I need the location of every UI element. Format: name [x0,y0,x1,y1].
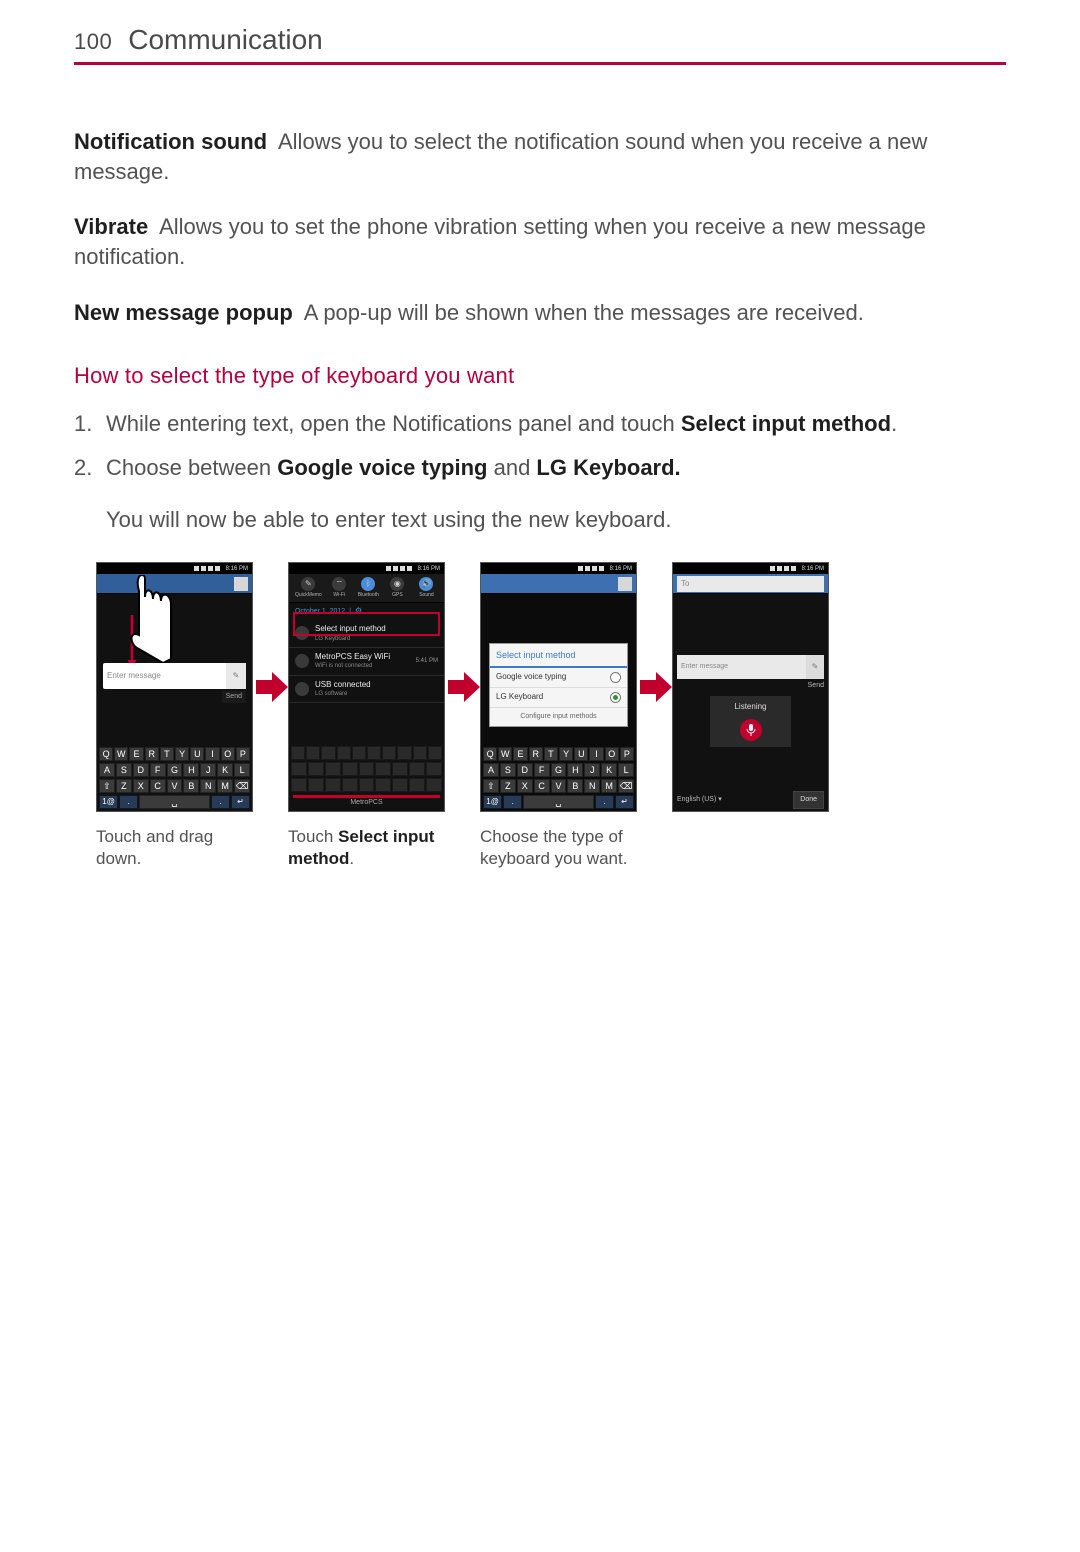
onscreen-keyboard[interactable]: QWERTYUIOP ASDFGHJKL ⇧ZXCVBNM⌫ 1@.␣.↵ [97,747,252,811]
mic-icon[interactable] [740,719,762,741]
quick-settings[interactable]: ✎QuickMemo ⌔Wi-Fi ᛒBluetooth ◉GPS 🔊Sound [289,574,444,603]
compose-field[interactable]: Enter message ✎ [103,663,246,689]
setting-notification-sound: Notification sound Allows you to select … [74,127,1006,186]
listening-label: Listening [716,702,785,713]
setting-label: Vibrate [74,214,148,239]
setting-new-message-popup: New message popup A pop-up will be shown… [74,298,1006,328]
quickmemo-icon[interactable]: ✎ [301,577,315,591]
radio-icon[interactable] [610,672,621,683]
sound-icon[interactable]: 🔊 [419,577,433,591]
screenshot-select-input-dialog: 8:16 PM Select input method Google voice… [480,562,637,812]
avatar-icon [234,577,248,591]
chapter-title: Communication [128,24,323,56]
step-2: Choose between Google voice typing and L… [106,453,1006,534]
bluetooth-icon[interactable]: ᛒ [361,577,375,591]
select-input-method-dialog: Select input method Google voice typing … [489,643,628,727]
arrow-icon [448,562,480,812]
setting-desc: Allows you to set the phone vibration se… [74,214,926,269]
steps-list: While entering text, open the Notificati… [74,409,1006,534]
usb-icon [295,682,309,696]
avatar-icon [618,577,632,591]
page-number: 100 [74,29,112,55]
hand-icon [123,575,173,665]
screenshot-voice-typing: 8:16 PM To Enter message ✎ Send Listenin… [672,562,829,812]
page-header: 100 Communication [74,24,1006,65]
notif-wifi[interactable]: MetroPCS Easy WiFiWiFi is not connected … [289,648,444,676]
setting-desc: A pop-up will be shown when the messages… [304,300,864,325]
gps-icon[interactable]: ◉ [390,577,404,591]
screenshot-notifications: 8:16 PM ✎QuickMemo ⌔Wi-Fi ᛒBluetooth ◉GP… [288,562,445,812]
radio-icon[interactable] [610,692,621,703]
attach-icon[interactable]: ✎ [806,655,824,679]
shot-col-1: 8:16 PM Enter message ✎ Send [96,562,256,870]
option-google-voice-typing[interactable]: Google voice typing [490,668,627,688]
step-1: While entering text, open the Notificati… [106,409,1006,439]
voice-listening-card: Listening [709,695,792,748]
shot-col-4: 8:16 PM To Enter message ✎ Send Listenin… [672,562,829,812]
setting-label: Notification sound [74,129,267,154]
caption-1: Touch and drag down. [96,826,256,870]
arrow-icon [256,562,288,812]
shot-col-2: 8:16 PM ✎QuickMemo ⌔Wi-Fi ᛒBluetooth ◉GP… [288,562,448,870]
wifi-icon[interactable]: ⌔ [332,577,346,591]
caption-3: Choose the type of keyboard you want. [480,826,640,870]
shot-col-3: 8:16 PM Select input method Google voice… [480,562,640,870]
configure-input-methods[interactable]: Configure input methods [490,708,627,725]
setting-label: New message popup [74,300,293,325]
dialog-title: Select input method [490,644,627,668]
voice-input-footer: English (US) ▾ Done [673,789,828,811]
screenshot-row: 8:16 PM Enter message ✎ Send [96,562,1006,870]
notif-usb[interactable]: USB connectedLG software [289,676,444,704]
onscreen-keyboard: QWERTYUIOP ASDFGHJKL ⇧ZXCVBNM⌫ 1@.␣.↵ [481,747,636,811]
done-button[interactable]: Done [793,791,824,808]
language-label[interactable]: English (US) ▾ [677,795,722,804]
setting-vibrate: Vibrate Allows you to set the phone vibr… [74,212,1006,271]
caption-2: Touch Select input method. [288,826,448,870]
wifi-icon [295,654,309,668]
manual-page: 100 Communication Notification sound All… [0,0,1080,870]
body-text: Notification sound Allows you to select … [74,127,1006,870]
arrow-icon [640,562,672,812]
send-button[interactable]: Send [808,681,824,690]
send-button[interactable]: Send [222,691,246,702]
attach-icon[interactable]: ✎ [226,663,246,689]
onscreen-keyboard: QWERTYUIOP ASDFGHJKL ⇧ZXCVBNM⌫ MetroPCS [289,746,444,811]
option-lg-keyboard[interactable]: LG Keyboard [490,688,627,708]
compose-field[interactable]: Enter message ✎ [677,655,824,679]
to-field[interactable]: To [677,576,824,592]
screenshot-drag-down: 8:16 PM Enter message ✎ Send [96,562,253,812]
section-heading: How to select the type of keyboard you w… [74,361,1006,391]
